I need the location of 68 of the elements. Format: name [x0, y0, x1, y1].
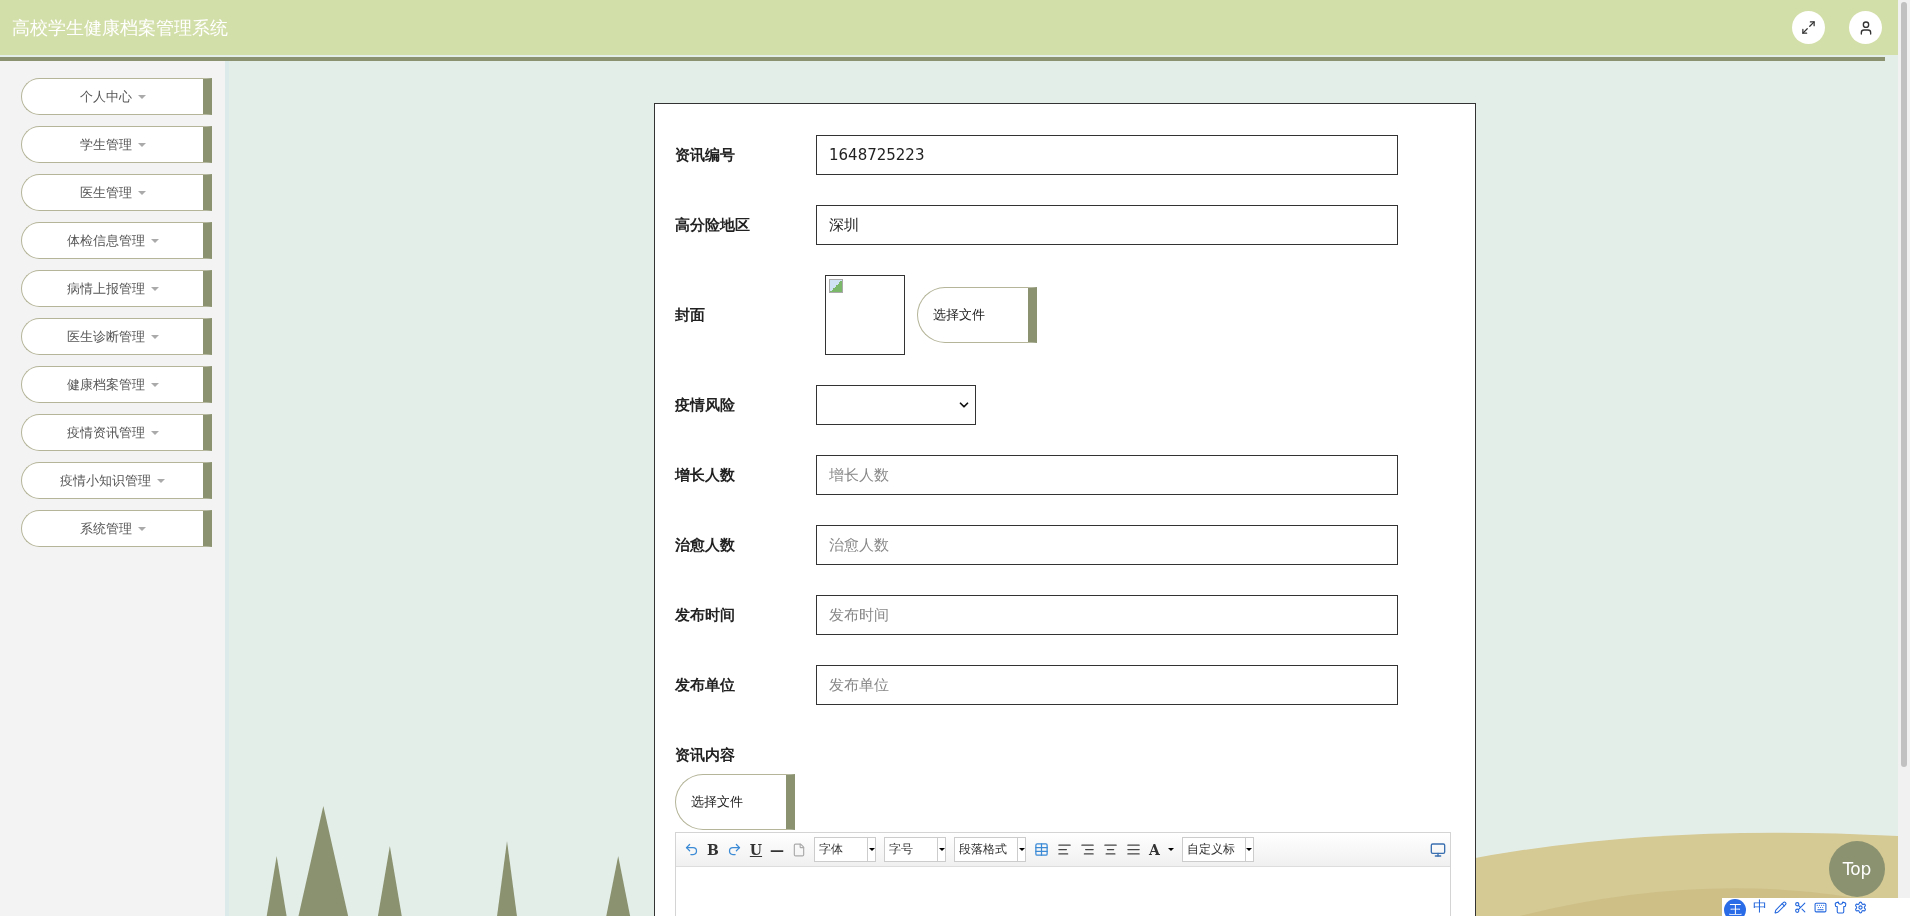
ime-mode[interactable]: 中 [1753, 898, 1767, 916]
heading-dropdown[interactable]: 自定义标 [1181, 837, 1254, 862]
field-label: 高分险地区 [675, 215, 751, 235]
redo-icon[interactable] [726, 842, 742, 857]
keyboard-icon[interactable] [1814, 900, 1827, 914]
caret-icon [1167, 848, 1174, 851]
fullscreen-button[interactable] [1792, 11, 1825, 44]
caret-icon [137, 94, 146, 99]
input-field[interactable]: 治愈人数 [816, 525, 1398, 565]
font-color-button[interactable]: A [1149, 841, 1160, 858]
caret-icon [137, 142, 146, 147]
align-right-icon[interactable] [1080, 842, 1096, 857]
select-field[interactable] [816, 385, 976, 425]
user-button[interactable] [1849, 11, 1882, 44]
field-label: 发布单位 [675, 675, 736, 695]
field-label: 资讯编号 [675, 145, 736, 165]
align-center-icon[interactable] [1103, 842, 1119, 857]
field-label: 发布时间 [675, 605, 736, 625]
field-label: 增长人数 [675, 465, 736, 485]
menu-item[interactable]: 医生管理 [21, 174, 212, 211]
caret-icon [150, 430, 159, 435]
menu-item[interactable]: 健康档案管理 [21, 366, 212, 403]
input-field[interactable]: 1648725223 [816, 135, 1398, 175]
caret-icon [157, 478, 165, 483]
scissors-icon[interactable] [1794, 900, 1807, 914]
menu-item[interactable]: 个人中心 [21, 78, 212, 115]
field-label: 疫情风险 [675, 395, 736, 415]
horizontal-rule-button[interactable]: — [770, 841, 785, 858]
caret-icon [137, 190, 146, 195]
menu-item[interactable]: 体检信息管理 [21, 222, 212, 259]
caret-icon [150, 382, 159, 387]
caret-icon [150, 286, 159, 291]
field-label: 封面 [675, 305, 706, 325]
align-left-icon[interactable] [1057, 842, 1073, 857]
scrollbar-thumb[interactable] [1901, 2, 1907, 767]
preview-icon[interactable] [1430, 841, 1446, 858]
menu-item[interactable]: 病情上报管理 [21, 270, 212, 307]
size-dropdown[interactable]: 字号 [884, 837, 947, 862]
input-field[interactable]: 发布时间 [816, 595, 1398, 635]
input-field[interactable]: 增长人数 [816, 455, 1398, 495]
caret-icon [150, 334, 159, 339]
shirt-icon[interactable] [1834, 900, 1847, 914]
choose-file-button[interactable]: 选择文件 [917, 287, 1037, 343]
paragraph-dropdown[interactable]: 段落格式 [954, 837, 1027, 862]
menu-item[interactable]: 疫情小知识管理 [21, 462, 212, 499]
input-field[interactable]: 深圳 [816, 205, 1398, 245]
settings-icon[interactable] [1854, 900, 1867, 914]
input-field[interactable]: 发布单位 [816, 665, 1398, 705]
caret-icon [137, 526, 146, 531]
justify-icon[interactable] [1126, 842, 1142, 857]
table-icon[interactable] [1034, 842, 1050, 857]
undo-icon[interactable] [684, 842, 699, 857]
menu-item[interactable]: 疫情资讯管理 [21, 414, 212, 451]
ime-logo: 王 [1724, 899, 1746, 916]
menu-item[interactable]: 系统管理 [21, 510, 212, 547]
menu-item[interactable]: 学生管理 [21, 126, 212, 163]
bold-button[interactable]: B [707, 841, 719, 858]
pencil-icon[interactable] [1774, 900, 1787, 914]
underline-button[interactable]: U [749, 841, 763, 858]
field-label: 资讯内容 [675, 745, 736, 765]
app-title: 高校学生健康档案管理系统 [12, 15, 228, 40]
caret-icon [150, 238, 159, 243]
expand-arrows-icon [1801, 20, 1816, 35]
choose-file-button[interactable]: 选择文件 [675, 774, 795, 830]
broken-image-icon [829, 279, 843, 293]
font-dropdown[interactable]: 字体 [814, 837, 877, 862]
field-label: 治愈人数 [675, 535, 736, 555]
menu-item[interactable]: 医生诊断管理 [21, 318, 212, 355]
